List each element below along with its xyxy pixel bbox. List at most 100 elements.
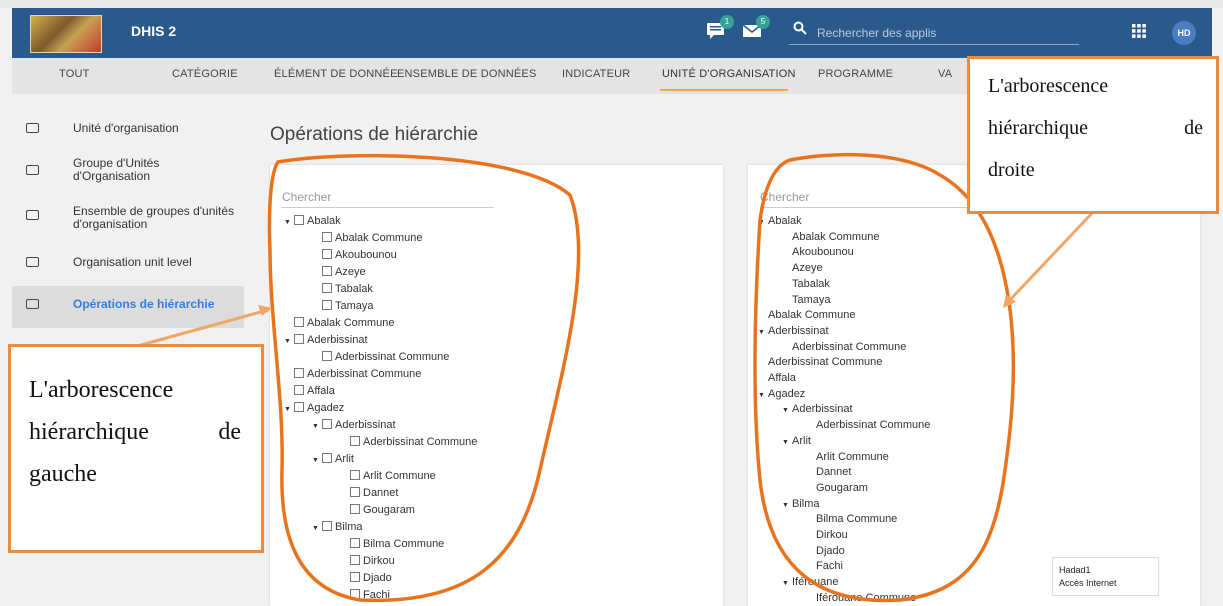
- tree-node[interactable]: ▼ Bilma: [782, 498, 820, 510]
- tree-node[interactable]: Aderbissinat Commune: [792, 341, 906, 353]
- tree-node[interactable]: Azeye: [322, 266, 366, 278]
- expand-arrow-icon[interactable]: ▼: [284, 338, 294, 345]
- expand-arrow-icon[interactable]: ▼: [782, 502, 792, 509]
- tree-node[interactable]: Akoubounou: [322, 249, 397, 261]
- sidebar-item-unite-organisation[interactable]: Unité d'organisation: [12, 110, 244, 152]
- app-search-input[interactable]: [815, 22, 1079, 44]
- expand-arrow-icon[interactable]: ▼: [312, 457, 322, 464]
- checkbox[interactable]: [350, 504, 360, 514]
- tree-node[interactable]: Abalak Commune: [322, 232, 422, 244]
- checkbox[interactable]: [322, 300, 332, 310]
- mail-icon[interactable]: 5: [742, 15, 770, 45]
- messages-icon[interactable]: 1: [706, 15, 734, 46]
- tab-tout[interactable]: TOUT: [59, 68, 90, 80]
- tree-node[interactable]: Arlit Commune: [816, 451, 889, 463]
- tab-indicateur[interactable]: INDICATEUR: [562, 68, 630, 80]
- tree-node[interactable]: Dirkou: [350, 555, 395, 567]
- expand-arrow-icon[interactable]: ▼: [312, 423, 322, 430]
- sidebar-item-groupe-unites[interactable]: Groupe d'Unités d'Organisation: [12, 152, 244, 194]
- tree-node[interactable]: Tamaya: [322, 300, 374, 312]
- tree-node[interactable]: Dannet: [816, 466, 851, 478]
- expand-arrow-icon[interactable]: ▼: [782, 407, 792, 414]
- tree-node[interactable]: ▼ Aderbissinat: [782, 403, 853, 415]
- tree-node[interactable]: ▼ Abalak: [284, 215, 341, 227]
- checkbox[interactable]: [322, 249, 332, 259]
- checkbox[interactable]: [322, 232, 332, 242]
- tree-node[interactable]: ▼ Arlit: [312, 453, 354, 465]
- apps-grid-icon[interactable]: [1132, 22, 1146, 43]
- checkbox[interactable]: [350, 470, 360, 480]
- expand-arrow-icon[interactable]: ▼: [758, 392, 768, 399]
- expand-arrow-icon[interactable]: ▼: [782, 580, 792, 587]
- tab-ensemble-de-donnees[interactable]: ENSEMBLE DE DONNÉES: [397, 68, 537, 80]
- tree-node[interactable]: ▼ Aderbissinat: [758, 325, 829, 337]
- tree-node[interactable]: ▼ Arlit: [782, 435, 811, 447]
- checkbox[interactable]: [350, 436, 360, 446]
- tree-node[interactable]: Tamaya: [792, 294, 831, 306]
- tree-node[interactable]: ▼ Abalak: [758, 215, 802, 227]
- checkbox[interactable]: [294, 368, 304, 378]
- checkbox[interactable]: [350, 555, 360, 565]
- sidebar-item-organisation-unit-level[interactable]: Organisation unit level: [12, 244, 244, 286]
- user-avatar[interactable]: HD: [1172, 21, 1196, 45]
- checkbox[interactable]: [294, 215, 304, 225]
- checkbox[interactable]: [322, 283, 332, 293]
- checkbox[interactable]: [350, 487, 360, 497]
- checkbox[interactable]: [294, 402, 304, 412]
- tree-node[interactable]: Fachi: [350, 589, 390, 601]
- tree-node[interactable]: Abalak Commune: [792, 231, 879, 243]
- tab-categorie[interactable]: CATÉGORIE: [172, 68, 238, 80]
- tree-node[interactable]: Aderbissinat Commune: [322, 351, 449, 363]
- tree-node[interactable]: Gougaram: [816, 482, 868, 494]
- tab-va[interactable]: VA: [938, 68, 952, 80]
- checkbox[interactable]: [294, 334, 304, 344]
- expand-arrow-icon[interactable]: ▼: [312, 525, 322, 532]
- tree-node[interactable]: Abalak Commune: [294, 317, 394, 329]
- tree-node[interactable]: Abalak Commune: [768, 309, 855, 321]
- checkbox[interactable]: [322, 419, 332, 429]
- checkbox[interactable]: [350, 572, 360, 582]
- tree-node[interactable]: Djado: [350, 572, 392, 584]
- tree-node[interactable]: ▼ Agadez: [284, 402, 344, 414]
- expand-arrow-icon[interactable]: ▼: [284, 406, 294, 413]
- tree-node[interactable]: Aderbissinat Commune: [350, 436, 477, 448]
- tree-node[interactable]: Affala: [294, 385, 335, 397]
- checkbox[interactable]: [322, 521, 332, 531]
- sidebar-item-operations-hierarchie[interactable]: Opérations de hiérarchie: [12, 286, 244, 328]
- right-search-input[interactable]: [760, 187, 972, 208]
- tree-node[interactable]: Dannet: [350, 487, 398, 499]
- tree-node[interactable]: Aderbissinat Commune: [816, 419, 930, 431]
- tab-unite-organisation[interactable]: UNITÉ D'ORGANISATION: [662, 68, 796, 80]
- tree-node[interactable]: Affala: [768, 372, 796, 384]
- tree-node[interactable]: Aderbissinat Commune: [768, 356, 882, 368]
- tree-node[interactable]: Azeye: [792, 262, 823, 274]
- tree-node[interactable]: Dirkou: [816, 529, 848, 541]
- tree-node[interactable]: Akoubounou: [792, 246, 854, 258]
- tree-node[interactable]: Gougaram: [350, 504, 415, 516]
- tree-node[interactable]: Fachi: [816, 560, 843, 572]
- expand-arrow-icon[interactable]: ▼: [284, 219, 294, 226]
- checkbox[interactable]: [350, 538, 360, 548]
- expand-arrow-icon[interactable]: ▼: [758, 219, 768, 226]
- checkbox[interactable]: [322, 351, 332, 361]
- tree-node[interactable]: Tabalak: [792, 278, 830, 290]
- expand-arrow-icon[interactable]: ▼: [758, 329, 768, 336]
- sidebar-item-ensemble-groupes[interactable]: Ensemble de groupes d'unités d'organisat…: [12, 194, 244, 244]
- checkbox[interactable]: [350, 589, 360, 599]
- tree-node[interactable]: ▼ Agadez: [758, 388, 805, 400]
- checkbox[interactable]: [294, 317, 304, 327]
- tree-node[interactable]: Djado: [816, 545, 845, 557]
- tab-programme[interactable]: PROGRAMME: [818, 68, 893, 80]
- tree-node[interactable]: ▼ Aderbissinat: [284, 334, 368, 346]
- checkbox[interactable]: [294, 385, 304, 395]
- expand-arrow-icon[interactable]: ▼: [782, 439, 792, 446]
- checkbox[interactable]: [322, 453, 332, 463]
- tree-node[interactable]: Iférouane Commune: [816, 592, 916, 604]
- tree-node[interactable]: ▼ Iférouane: [782, 576, 838, 588]
- tree-node[interactable]: Aderbissinat Commune: [294, 368, 421, 380]
- tree-node[interactable]: ▼ Aderbissinat: [312, 419, 396, 431]
- tree-node[interactable]: Tabalak: [322, 283, 373, 295]
- tree-node[interactable]: Arlit Commune: [350, 470, 436, 482]
- tree-node[interactable]: Bilma Commune: [350, 538, 444, 550]
- tab-element-de-donnee[interactable]: ÉLÉMENT DE DONNÉE: [274, 68, 398, 80]
